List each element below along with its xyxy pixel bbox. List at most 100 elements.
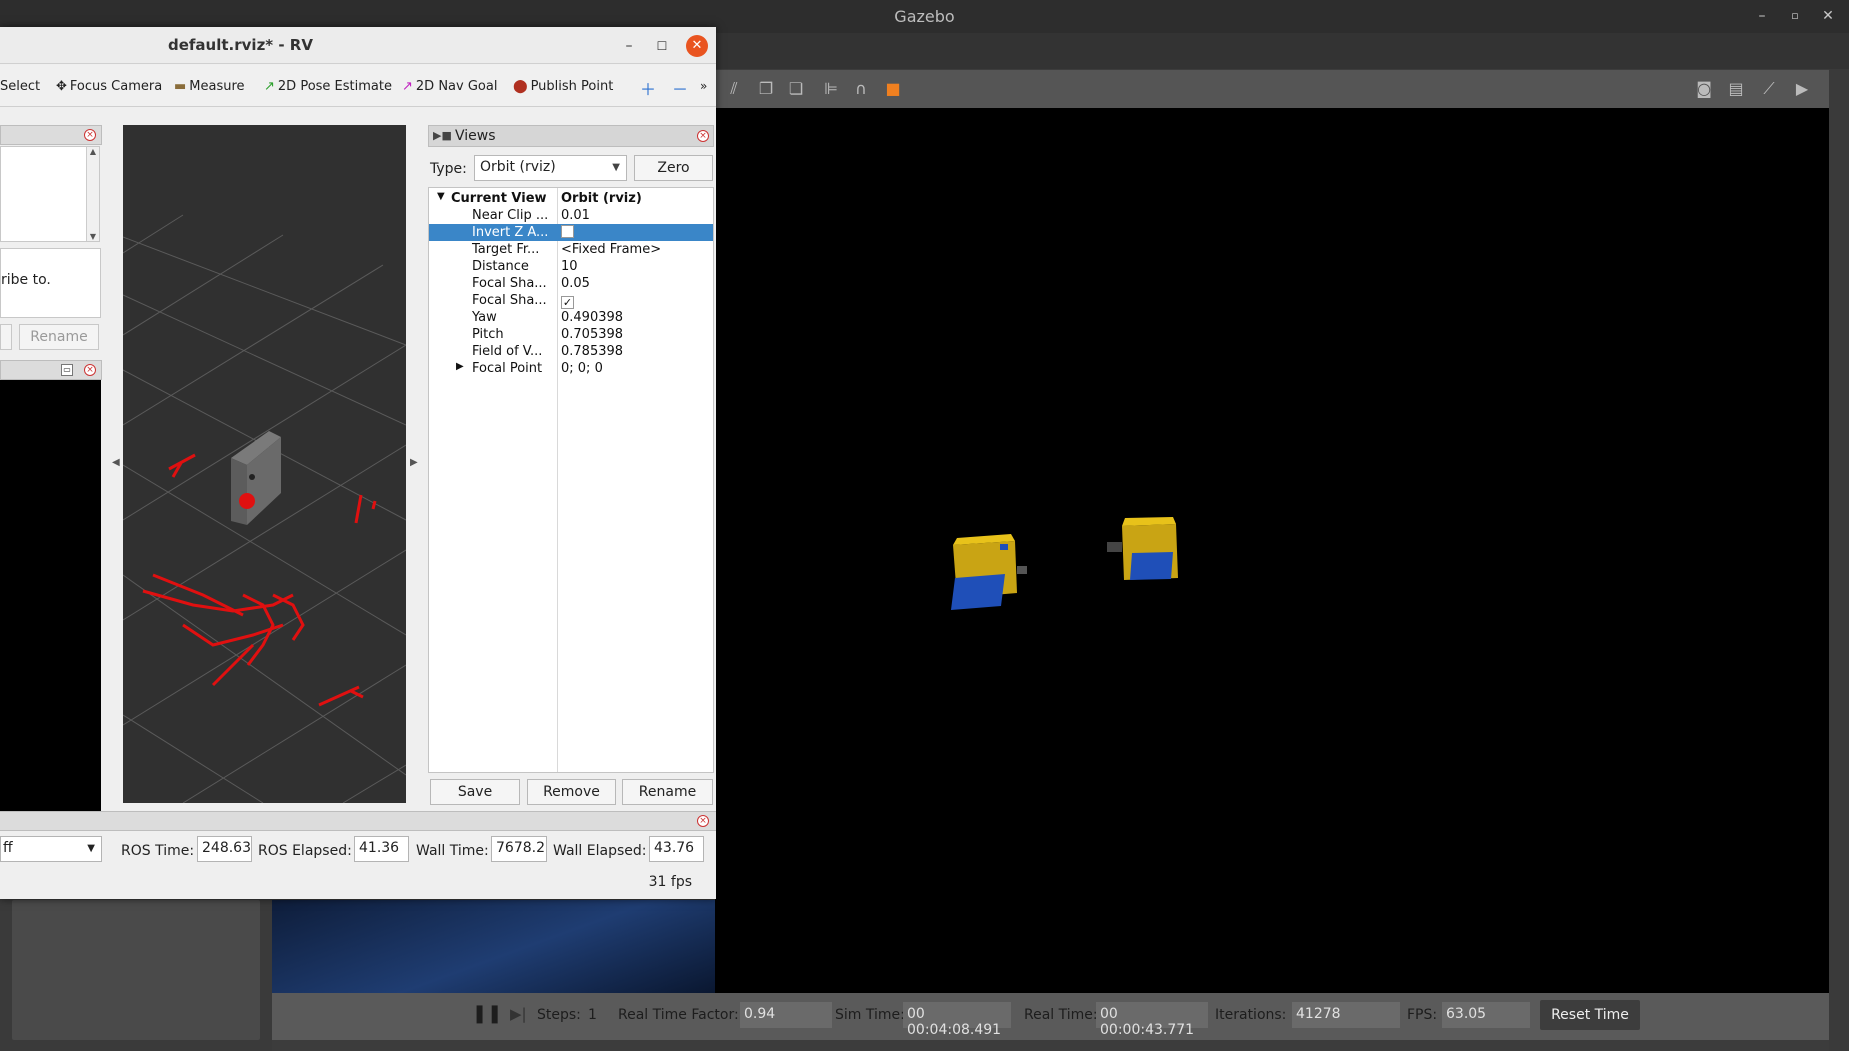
rviz-window: default.rviz* - RV – ☐ ✕ Select ✥ Focus C… (0, 27, 716, 899)
wall-time-label: Wall Time: (416, 843, 489, 859)
prop-value[interactable] (561, 225, 574, 240)
tree-row-yaw[interactable]: Yaw 0.490398 (429, 309, 713, 326)
robot-model[interactable] (231, 431, 281, 525)
rviz-titlebar[interactable]: default.rviz* - RV – ☐ ✕ (0, 27, 716, 64)
gazebo-toolbar: ⫽ ❐ ❏ ⊫ ∩ ■ ◙ ▤ ⟋ ▶ (715, 70, 1829, 108)
prop-value[interactable]: <Fixed Frame> (561, 242, 661, 257)
tree-row-focal-shape-size[interactable]: Focal Sha... 0.05 (429, 275, 713, 292)
displays-list[interactable]: ▲ ▼ (0, 146, 100, 242)
left-splitter-arrow-icon[interactable]: ◀ (112, 457, 120, 468)
tree-row-distance[interactable]: Distance 10 (429, 258, 713, 275)
prop-value[interactable]: 0.05 (561, 276, 590, 291)
iterations-value: 41278 (1292, 1002, 1400, 1028)
prop-value[interactable]: 0.705398 (561, 327, 623, 342)
remove-tool-icon[interactable]: － (672, 76, 688, 100)
rviz-close-button[interactable]: ✕ (686, 35, 708, 57)
nav-goal-label: 2D Nav Goal (415, 79, 498, 94)
tree-row-pitch[interactable]: Pitch 0.705398 (429, 326, 713, 343)
prop-key: Distance (472, 259, 529, 274)
view-properties-tree[interactable]: ▼ Current View Orbit (rviz) Near Clip ..… (428, 187, 714, 773)
rviz-minimize-button[interactable]: – (618, 35, 640, 57)
prop-key: Pitch (472, 327, 504, 342)
chevron-down-icon: ▼ (87, 843, 95, 854)
select-tool-label: Select (0, 79, 41, 94)
tree-row-target-frame[interactable]: Target Fr... <Fixed Frame> (429, 241, 713, 258)
invert-z-checkbox[interactable] (561, 225, 574, 238)
select-tool[interactable]: Select (0, 79, 40, 94)
expand-arrow-icon[interactable]: ▶ (456, 361, 464, 372)
prop-key: Focal Sha... (472, 276, 547, 291)
pause-button[interactable]: ❚❚ (472, 1003, 502, 1024)
displays-dock-header: × (0, 125, 102, 145)
prop-value[interactable]: ✓ (561, 293, 574, 309)
gazebo-close-button[interactable]: ✕ (1818, 6, 1838, 26)
view-angle-icon[interactable]: ■ (882, 79, 904, 99)
focal-shape-checkbox[interactable]: ✓ (561, 296, 574, 309)
prop-value[interactable]: 0; 0; 0 (561, 361, 603, 376)
plot-icon[interactable]: ⟋ (1758, 79, 1780, 99)
rviz-maximize-button[interactable]: ☐ (651, 35, 673, 57)
close-icon[interactable]: × (84, 364, 96, 376)
prop-key: Target Fr... (472, 242, 540, 257)
copy-icon[interactable]: ❐ (755, 79, 777, 99)
paste-icon[interactable]: ❏ (785, 79, 807, 99)
publish-point-label: Publish Point (530, 79, 614, 94)
rename-view-button[interactable]: Rename (622, 779, 713, 805)
ros-elapsed-field: 41.36 (354, 836, 409, 862)
undock-icon[interactable]: ▭ (61, 364, 73, 376)
real-time-label: Real Time: (1024, 1007, 1098, 1023)
scroll-up-icon[interactable]: ▲ (87, 147, 99, 156)
zero-button[interactable]: Zero (634, 155, 713, 181)
save-view-button[interactable]: Save (430, 779, 520, 805)
robot-2[interactable] (1107, 517, 1178, 580)
gazebo-3d-viewport[interactable] (715, 108, 1829, 993)
tree-row-focal-shape-fixed[interactable]: Focal Sha... ✓ (429, 292, 713, 309)
tree-row-focal-point[interactable]: ▶ Focal Point 0; 0; 0 (429, 360, 713, 377)
ros-time-field: 248.63 (197, 836, 252, 862)
add-tool-icon[interactable]: ＋ (640, 76, 656, 100)
align-icon[interactable]: ⊫ (820, 79, 842, 99)
publish-point-tool[interactable]: ⬤ Publish Point (513, 79, 613, 94)
focus-camera-tool[interactable]: ✥ Focus Camera (56, 79, 162, 94)
close-icon[interactable]: × (84, 129, 96, 141)
view-type-select[interactable]: Orbit (rviz) ▼ (474, 155, 627, 181)
tree-row-field-of-view[interactable]: Field of V... 0.785398 (429, 343, 713, 360)
tree-row-invert-z[interactable]: Invert Z A... (429, 224, 713, 241)
steps-value[interactable]: 1 (588, 1007, 597, 1023)
prop-value[interactable]: 0.490398 (561, 310, 623, 325)
log-icon[interactable]: ▤ (1725, 79, 1747, 99)
expand-arrow-icon[interactable]: ▼ (437, 191, 445, 202)
left-rename-button[interactable]: Rename (19, 324, 99, 350)
step-button[interactable]: ▶| (510, 1005, 527, 1023)
prop-value[interactable]: 0.01 (561, 208, 590, 223)
sync-mode-select[interactable]: ff ▼ (0, 836, 102, 862)
robot-1[interactable] (951, 534, 1027, 610)
translate-mode-icon[interactable]: ⫽ (723, 79, 745, 99)
rviz-3d-view[interactable] (123, 125, 406, 803)
video-record-icon[interactable]: ▶ (1791, 79, 1813, 99)
nav-goal-tool[interactable]: ↗ 2D Nav Goal (402, 79, 497, 94)
scroll-down-icon[interactable]: ▼ (87, 232, 99, 241)
list-scrollbar[interactable]: ▲ ▼ (86, 147, 99, 241)
description-text: ribe to. (1, 272, 51, 288)
pose-estimate-tool[interactable]: ↗ 2D Pose Estimate (264, 79, 392, 94)
remove-view-button[interactable]: Remove (527, 779, 616, 805)
measure-tool[interactable]: ▬ Measure (174, 79, 245, 94)
tree-row-current-view[interactable]: ▼ Current View Orbit (rviz) (429, 190, 713, 207)
snap-icon[interactable]: ∩ (850, 79, 872, 99)
prop-key: Current View (451, 191, 547, 206)
more-tools-icon[interactable]: » (700, 79, 707, 93)
gazebo-minimize-button[interactable]: – (1752, 6, 1772, 26)
screenshot-icon[interactable]: ◙ (1693, 79, 1715, 99)
prop-value[interactable]: 0.785398 (561, 344, 623, 359)
tree-row-near-clip[interactable]: Near Clip ... 0.01 (429, 207, 713, 224)
close-icon[interactable]: × (697, 130, 709, 142)
left-add-button[interactable] (0, 324, 12, 350)
gazebo-restore-button[interactable]: ▫ (1785, 6, 1805, 26)
reset-time-button[interactable]: Reset Time (1540, 1000, 1640, 1030)
close-icon[interactable]: × (697, 815, 709, 827)
magenta-arrow-icon: ↗ (402, 79, 413, 94)
gazebo-left-panel-box (12, 900, 260, 1040)
right-splitter-arrow-icon[interactable]: ▶ (410, 457, 418, 468)
prop-value[interactable]: 10 (561, 259, 578, 274)
